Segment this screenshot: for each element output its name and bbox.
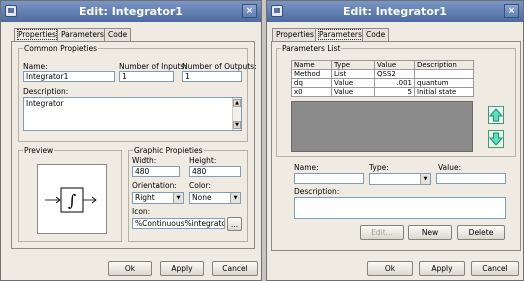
column-header-name[interactable]: Name (291, 60, 332, 70)
description-textarea[interactable]: Integrator ▲ ▼ (23, 97, 242, 131)
color-label: Color: (189, 181, 211, 190)
orientation-label: Orientation: (132, 181, 177, 190)
scroll-down-icon[interactable]: ▼ (233, 121, 241, 129)
arrow-up-icon (488, 108, 504, 122)
block-preview: ∫ (37, 164, 107, 234)
delete-button[interactable]: Delete (457, 225, 505, 240)
cell-value: .001 (374, 78, 415, 88)
preview-legend: Preview (24, 146, 54, 155)
move-down-button[interactable] (488, 130, 504, 148)
cell-type: Value (331, 78, 375, 88)
outputs-input[interactable]: 1 (182, 71, 242, 82)
integrator-symbol-icon: ∫ (45, 187, 97, 213)
table-empty-area[interactable] (291, 101, 473, 152)
param-name-label: Name: (294, 163, 319, 172)
description-label: Description: (23, 87, 69, 96)
cancel-button[interactable]: Cancel (212, 261, 258, 276)
cell-value: 5 (374, 87, 415, 97)
param-description-input[interactable] (294, 197, 506, 219)
column-header-description[interactable]: Description (414, 60, 474, 70)
edit-button[interactable]: Edit... (360, 225, 404, 240)
tab-properties[interactable]: Properties (14, 28, 60, 42)
move-up-button[interactable] (488, 106, 504, 124)
parameters-legend: Parameters List (282, 44, 341, 53)
tab-parameters[interactable]: Parameters (315, 28, 366, 42)
param-description-label: Description: (294, 187, 340, 196)
table-row[interactable]: dq Value .001 quantum (291, 78, 474, 88)
close-icon: × (245, 6, 254, 16)
table-header-row: Name Type Value Description (291, 60, 474, 70)
param-type-label: Type: (369, 163, 389, 172)
param-value-label: Value: (438, 163, 462, 172)
description-text: Integrator (26, 99, 64, 108)
width-input[interactable]: 480 (132, 166, 180, 177)
cell-value: QSS2 (374, 69, 415, 79)
table-row[interactable]: x0 Value 5 Initial state (291, 87, 474, 97)
parameters-panel: Parameters List Name Type Value Descript… (271, 41, 521, 251)
param-type-select[interactable]: ▼ (369, 173, 431, 185)
height-label: Height: (189, 156, 217, 165)
tab-properties[interactable]: Properties (272, 28, 318, 41)
orientation-select[interactable]: Right ▼ (132, 192, 184, 204)
cell-description: quantum (414, 78, 474, 88)
scroll-up-icon[interactable]: ▲ (233, 99, 241, 107)
tab-code[interactable]: Code (362, 28, 390, 41)
color-select[interactable]: None ▼ (189, 192, 241, 204)
tab-code[interactable]: Code (104, 28, 132, 41)
arrow-down-icon (488, 132, 504, 146)
column-header-value[interactable]: Value (374, 60, 415, 70)
cell-type: Value (331, 87, 375, 97)
color-value: None (192, 193, 212, 202)
apply-button[interactable]: Apply (419, 261, 465, 276)
cell-name: dq (291, 78, 332, 88)
name-input[interactable]: Integrator1 (23, 71, 115, 82)
new-button[interactable]: New (408, 225, 452, 240)
icon-label: Icon: (132, 207, 151, 216)
cell-name: Method (291, 69, 332, 79)
graphic-legend: Graphic Propieties (134, 146, 203, 155)
inputs-input[interactable]: 1 (119, 71, 174, 82)
svg-text:∫: ∫ (68, 191, 76, 210)
edit-dialog-parameters: Edit: Integrator1 × Properties Parameter… (266, 0, 524, 281)
browse-icon-button[interactable]: ... (227, 217, 242, 231)
cell-type: List (331, 69, 375, 79)
title-bar[interactable]: Edit: Integrator1 × (1, 1, 261, 22)
icon-path-input[interactable]: %Continuous%integrator.bm (132, 218, 225, 229)
ok-button[interactable]: Ok (367, 261, 413, 276)
close-button[interactable]: × (504, 4, 519, 18)
properties-panel: Common Propieties Name: Integrator1 Numb… (11, 41, 257, 249)
param-name-input[interactable] (294, 173, 364, 184)
chevron-down-icon[interactable]: ▼ (420, 174, 430, 184)
outputs-label: Number of Outputs: (182, 62, 257, 71)
window-menu-icon[interactable] (271, 5, 283, 17)
title-bar[interactable]: Edit: Integrator1 × (267, 1, 523, 22)
cancel-button[interactable]: Cancel (471, 261, 519, 276)
column-header-type[interactable]: Type (331, 60, 375, 70)
parameters-table: Name Type Value Description Method List … (291, 60, 474, 97)
cell-description (414, 69, 474, 79)
tab-parameters[interactable]: Parameters (57, 28, 108, 41)
window-title: Edit: Integrator1 (79, 5, 183, 18)
description-scrollbar[interactable]: ▲ ▼ (232, 98, 241, 130)
apply-button[interactable]: Apply (160, 261, 204, 276)
close-button[interactable]: × (242, 4, 257, 18)
cell-name: x0 (291, 87, 332, 97)
height-input[interactable]: 480 (189, 166, 241, 177)
param-value-input[interactable] (436, 173, 506, 184)
name-label: Name: (23, 62, 48, 71)
window-title: Edit: Integrator1 (343, 5, 447, 18)
group-legend: Common Propieties (24, 44, 98, 53)
close-icon: × (507, 6, 516, 16)
window-menu-icon[interactable] (5, 5, 17, 17)
cell-description: Initial state (414, 87, 474, 97)
chevron-down-icon[interactable]: ▼ (230, 193, 240, 203)
width-label: Width: (132, 156, 157, 165)
inputs-label: Number of Inputs: (119, 62, 187, 71)
chevron-down-icon[interactable]: ▼ (173, 193, 183, 203)
ok-button[interactable]: Ok (108, 261, 152, 276)
table-row[interactable]: Method List QSS2 (291, 69, 474, 79)
orientation-value: Right (135, 193, 155, 202)
edit-dialog-properties: Edit: Integrator1 × Properties Parameter… (0, 0, 262, 281)
